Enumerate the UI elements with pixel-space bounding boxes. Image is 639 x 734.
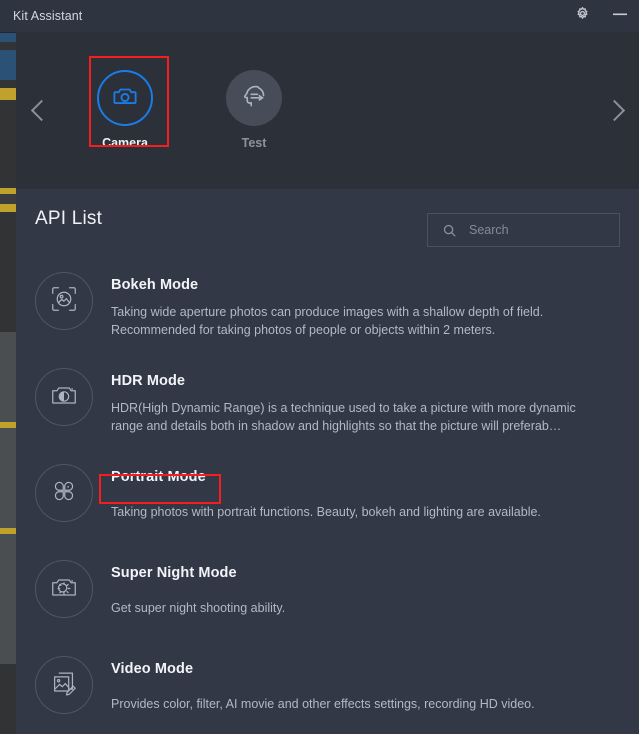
api-list-item-super-night-mode[interactable]: Super Night Mode Get super night shootin… [16,551,639,647]
window-title: Kit Assistant [13,9,83,23]
content-header: API List [16,189,639,263]
minimize-button[interactable] [601,0,639,32]
api-item-description: Get super night shooting ability. [111,601,286,615]
carousel-item-label: Test [241,136,267,150]
camera-icon [112,83,138,114]
minimize-icon [612,7,628,25]
settings-button[interactable] [563,0,601,32]
api-item-title: Portrait Mode [111,469,206,485]
api-item-texts: HDR Mode HDR(High Dynamic Range) is a te… [111,359,620,435]
camera-icon-circle [97,70,153,126]
api-item-texts: Portrait Mode Taking photos with portrai… [111,455,620,521]
api-list-item-hdr-mode[interactable]: HDR Mode HDR(High Dynamic Range) is a te… [16,359,639,455]
api-item-title: HDR Mode [111,373,186,389]
window-controls [563,0,639,32]
chevron-left-icon [30,99,52,122]
module-carousel: Camera Test [16,32,639,189]
carousel-prev-button[interactable] [16,32,62,189]
api-list-item-video-mode[interactable]: Video Mode Provides color, filter, AI mo… [16,647,639,734]
image-edit-icon [49,668,79,703]
api-list-item-portrait-mode[interactable]: Portrait Mode Taking photos with portrai… [16,455,639,551]
api-item-title: Bokeh Mode [111,277,199,293]
bokeh-photo-focus-icon [49,284,79,319]
api-item-texts: Bokeh Mode Taking wide aperture photos c… [111,263,620,339]
search-box[interactable] [427,213,620,247]
image-edit-icon-circle [35,656,93,714]
api-item-texts: Super Night Mode Get super night shootin… [111,551,620,617]
carousel-item-test[interactable]: Test [214,65,294,156]
bokeh-photo-focus-icon-circle [35,272,93,330]
carousel-next-button[interactable] [593,32,639,189]
carousel-items: Camera Test [62,32,593,189]
four-petal-flower-icon [49,476,79,511]
camera-contrast-icon-circle [35,368,93,426]
four-petal-flower-icon-circle [35,464,93,522]
api-item-title: Video Mode [111,661,194,677]
gear-icon [575,6,590,26]
chevron-right-icon [603,99,625,122]
carousel-item-camera[interactable]: Camera [85,65,165,156]
camera-contrast-icon [49,380,79,415]
title-bar: Kit Assistant [0,0,639,33]
test-icon-circle [226,70,282,126]
camera-night-icon-circle [35,560,93,618]
main-content: API List Search Bokeh Mode Taking wide a… [16,189,639,734]
search-input[interactable] [467,222,611,238]
api-list-item-bokeh-mode[interactable]: Bokeh Mode Taking wide aperture photos c… [16,263,639,359]
camera-night-icon [49,572,79,607]
api-item-description: Taking wide aperture photos can produce … [111,305,544,337]
api-item-title: Super Night Mode [111,565,237,581]
api-item-description: Taking photos with portrait functions. B… [111,505,541,519]
api-item-texts: Video Mode Provides color, filter, AI mo… [111,647,620,713]
api-item-description: Provides color, filter, AI movie and oth… [111,697,535,711]
face-profile-icon [240,82,268,115]
kit-assistant-window: Kit Assistant Camera Test API List Searc… [0,0,639,734]
api-item-description: HDR(High Dynamic Range) is a technique u… [111,401,576,433]
api-list: Bokeh Mode Taking wide aperture photos c… [16,263,639,734]
page-title: API List [35,208,103,229]
search-icon [442,223,457,238]
carousel-item-label: Camera [102,136,148,150]
